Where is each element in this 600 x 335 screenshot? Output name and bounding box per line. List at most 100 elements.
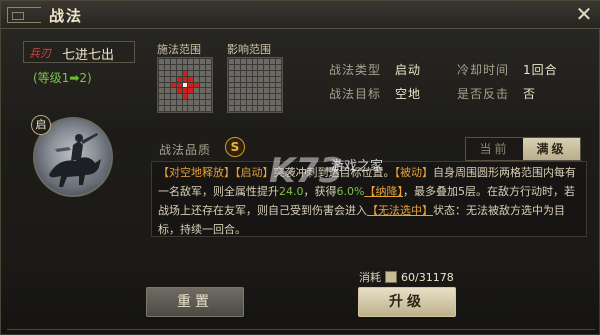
desc-value-percent: 6.0% bbox=[336, 185, 365, 198]
range-cell bbox=[252, 70, 258, 76]
counterattack-label: 是否反击 bbox=[457, 87, 510, 101]
range-cell bbox=[182, 106, 188, 111]
range-cell bbox=[276, 82, 281, 88]
tactic-target-value: 空地 bbox=[395, 87, 422, 101]
range-cell bbox=[234, 88, 240, 94]
title-bar: 战法 ✕ bbox=[1, 1, 600, 29]
range-cell bbox=[264, 70, 270, 76]
cost-label: 消耗 bbox=[359, 271, 381, 284]
level-to: 2) bbox=[79, 71, 92, 85]
range-cell bbox=[176, 94, 182, 100]
range-cell bbox=[258, 64, 264, 70]
range-cell bbox=[240, 100, 246, 106]
range-cell bbox=[234, 59, 240, 64]
range-cell bbox=[206, 59, 211, 64]
range-cell bbox=[258, 94, 264, 100]
range-cell bbox=[182, 82, 188, 88]
cost-value: 60/31178 bbox=[401, 271, 454, 284]
range-cell bbox=[246, 94, 252, 100]
activation-badge: 启 bbox=[31, 115, 51, 135]
tactic-description: 【对空地释放】【启动】突袭冲刺到达目标位置。【被动】自身周围圆形两格范围内每有一… bbox=[151, 161, 587, 237]
range-cell bbox=[188, 94, 194, 100]
range-cell bbox=[170, 64, 176, 70]
range-cell bbox=[200, 76, 206, 82]
range-cell bbox=[182, 88, 188, 94]
range-cell bbox=[170, 82, 176, 88]
tab-max-level[interactable]: 满级 bbox=[523, 138, 580, 160]
range-cell bbox=[194, 106, 200, 111]
range-cell bbox=[164, 64, 170, 70]
tactic-type-label: 战法类型 bbox=[329, 63, 382, 77]
upgrade-button[interactable]: 升级 bbox=[358, 287, 456, 317]
range-cell bbox=[194, 82, 200, 88]
range-cell bbox=[194, 64, 200, 70]
desc-link-surrender[interactable]: 【纳降】 bbox=[364, 185, 403, 198]
range-cell bbox=[188, 100, 194, 106]
range-cell bbox=[188, 64, 194, 70]
tactic-target-label: 战法目标 bbox=[329, 87, 382, 101]
range-cell bbox=[159, 94, 164, 100]
range-cell bbox=[240, 88, 246, 94]
range-cell bbox=[252, 94, 258, 100]
range-cell bbox=[240, 64, 246, 70]
tab-current[interactable]: 当前 bbox=[466, 138, 523, 160]
range-cell bbox=[229, 100, 234, 106]
range-cell bbox=[229, 70, 234, 76]
range-cell bbox=[188, 88, 194, 94]
range-cell bbox=[194, 100, 200, 106]
range-cell bbox=[246, 88, 252, 94]
range-cell bbox=[246, 100, 252, 106]
range-cell bbox=[264, 94, 270, 100]
range-cell bbox=[246, 106, 252, 111]
range-cell bbox=[206, 94, 211, 100]
range-cell bbox=[246, 70, 252, 76]
range-cell bbox=[164, 94, 170, 100]
range-cell bbox=[234, 82, 240, 88]
range-cell bbox=[252, 76, 258, 82]
arrow-right-icon: ➡ bbox=[69, 71, 80, 85]
cast-range-label: 施法范围 bbox=[157, 43, 201, 56]
range-cell bbox=[176, 76, 182, 82]
range-cell bbox=[276, 106, 281, 111]
effect-range-label: 影响范围 bbox=[227, 43, 271, 56]
range-cell bbox=[252, 64, 258, 70]
cast-range-grid bbox=[157, 57, 213, 113]
range-cell bbox=[159, 82, 164, 88]
close-icon[interactable]: ✕ bbox=[573, 4, 595, 26]
range-cell bbox=[276, 94, 281, 100]
range-cell bbox=[258, 106, 264, 111]
range-cell bbox=[200, 100, 206, 106]
tactic-type-tag: 兵刃 bbox=[29, 47, 51, 60]
range-cell bbox=[270, 94, 276, 100]
range-cell bbox=[194, 76, 200, 82]
tactic-name: 七进七出 bbox=[62, 48, 115, 63]
level-view-tabs: 当前 满级 bbox=[465, 137, 581, 161]
range-cell bbox=[200, 106, 206, 111]
range-cell bbox=[258, 88, 264, 94]
range-cell bbox=[276, 64, 281, 70]
range-cell bbox=[194, 70, 200, 76]
title-ornament-icon bbox=[7, 7, 41, 23]
effect-range-grid bbox=[227, 57, 283, 113]
range-cell bbox=[206, 70, 211, 76]
range-cell bbox=[258, 82, 264, 88]
range-cell bbox=[176, 59, 182, 64]
range-cell bbox=[176, 82, 182, 88]
range-cell bbox=[276, 100, 281, 106]
range-cell bbox=[159, 64, 164, 70]
reset-button[interactable]: 重置 bbox=[146, 287, 244, 317]
range-cell bbox=[159, 88, 164, 94]
range-cell bbox=[188, 59, 194, 64]
range-cell bbox=[176, 100, 182, 106]
range-cell bbox=[234, 100, 240, 106]
range-cell bbox=[240, 82, 246, 88]
range-cell bbox=[246, 76, 252, 82]
range-cell bbox=[229, 82, 234, 88]
range-cell bbox=[276, 88, 281, 94]
range-cell bbox=[234, 94, 240, 100]
range-cell bbox=[200, 70, 206, 76]
range-cell bbox=[252, 82, 258, 88]
range-cell bbox=[270, 106, 276, 111]
desc-link-untargetable[interactable]: 【无法选中】 bbox=[367, 204, 433, 217]
range-cell bbox=[206, 88, 211, 94]
